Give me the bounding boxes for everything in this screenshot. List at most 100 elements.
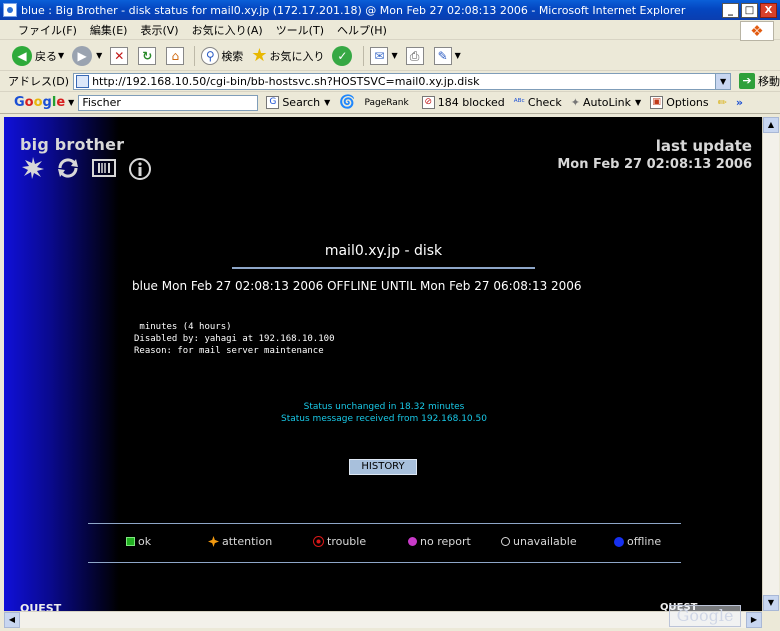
google-logo-icon[interactable]: Google (14, 95, 65, 110)
maximize-button[interactable]: □ (741, 2, 758, 18)
purple-circle-icon (408, 537, 417, 546)
brand-title: big brother (20, 135, 125, 154)
legend-offline-label: offline (627, 535, 662, 548)
menu-edit[interactable]: 編集(E) (90, 22, 128, 38)
google-search-button[interactable]: G Search ▼ (266, 96, 330, 109)
window-title-bar[interactable]: blue : Big Brother - disk status for mai… (0, 0, 780, 20)
autolink-button[interactable]: ✦ AutoLink ▼ (571, 96, 641, 109)
edit-button[interactable]: ✎ ▼ (433, 46, 461, 65)
green-square-icon (126, 537, 135, 546)
pagerank-label: PageRank (364, 97, 409, 108)
legend-ok: ok (126, 535, 151, 548)
chevron-down-icon[interactable]: ▼ (391, 51, 397, 60)
menu-bar: ファイル(F) 編集(E) 表示(V) お気に入り(A) ツール(T) ヘルプ(… (0, 20, 780, 41)
toolbar-separator (194, 45, 196, 66)
swirl-icon: 🌀 (339, 95, 356, 110)
spell-check-button[interactable]: ᴬᴮᶜ Check (514, 96, 562, 109)
alert-burst-icon[interactable] (22, 157, 44, 179)
chevron-down-icon[interactable]: ▼ (324, 98, 330, 107)
legend-top-divider (88, 523, 681, 524)
window-controls: _ □ X (722, 2, 777, 18)
search-button[interactable]: ⚲ 検索 (201, 46, 244, 65)
refresh-icon: ↻ (138, 46, 157, 65)
legend-unavailable-label: unavailable (513, 535, 577, 548)
scroll-up-icon[interactable]: ▲ (763, 117, 779, 133)
history-button[interactable]: HISTORY (349, 459, 417, 475)
chevron-down-icon[interactable]: ▼ (96, 51, 102, 60)
stop-icon: ✕ (110, 46, 129, 65)
more-chevron: » (735, 96, 743, 109)
menu-tools[interactable]: ツール(T) (276, 22, 324, 38)
search-label: 検索 (221, 49, 244, 63)
history-list-icon[interactable] (92, 157, 116, 179)
refresh-button[interactable]: ↻ (138, 46, 158, 65)
page-icon (76, 74, 90, 88)
menu-view[interactable]: 表示(V) (140, 22, 178, 38)
scroll-left-icon[interactable]: ◀ (4, 612, 20, 628)
info-icon[interactable] (128, 157, 152, 181)
quest-logo-left[interactable]: QUEST (20, 602, 61, 611)
status-unchanged: Status unchanged in 18.32 minutes (303, 402, 465, 412)
legend-no-report-label: no report (420, 535, 471, 548)
menu-help[interactable]: ヘルプ(H) (337, 22, 387, 38)
google-toolbar: Google ▼ G Search ▼ 🌀 PageRank ⊘ 184 blo… (0, 92, 780, 114)
home-icon: ⌂ (166, 46, 185, 65)
status-legend: ok attention trouble no report unavailab… (88, 535, 681, 551)
back-arrow-icon: ◀ (12, 45, 32, 66)
address-label: アドレス(D) (8, 75, 70, 88)
favorites-label: お気に入り (269, 49, 325, 63)
more-button[interactable]: » (736, 96, 743, 109)
windows-logo-icon: ❖ (740, 21, 774, 41)
horizontal-scrollbar[interactable]: ◀ ▶ (4, 611, 762, 628)
address-url[interactable]: http://192.168.10.50/cgi-bin/bb-hostsvc.… (92, 75, 715, 88)
go-button[interactable]: ➔ 移動 (739, 73, 780, 89)
popup-blocker-button[interactable]: ⊘ 184 blocked (421, 96, 505, 109)
last-update-label: last update (655, 137, 752, 155)
home-button[interactable]: ⌂ (166, 46, 186, 65)
google-news-button[interactable]: 🌀 (339, 95, 355, 110)
legend-unavailable: unavailable (501, 535, 577, 548)
google-search-input[interactable] (78, 94, 259, 111)
close-button[interactable]: X (760, 2, 777, 18)
chevron-down-icon[interactable]: ▼ (68, 98, 74, 107)
back-button[interactable]: ◀ 戻る ▼ (12, 45, 64, 66)
options-button[interactable]: ▣ Options (650, 96, 709, 109)
legend-ok-label: ok (138, 535, 152, 548)
favorites-button[interactable]: ★ お気に入り (251, 45, 324, 66)
menu-file[interactable]: ファイル(F) (18, 22, 77, 38)
google-watermark: Google (669, 605, 741, 627)
chevron-down-icon[interactable]: ▼ (58, 51, 64, 60)
page-content: big brother last update Mon Feb 27 02:08… (4, 117, 762, 611)
mail-button[interactable]: ✉ ▼ (370, 46, 398, 65)
vertical-scrollbar[interactable]: ▲ ▼ (762, 117, 779, 611)
standard-toolbar: ◀ 戻る ▼ ▶ ▼ ✕ ↻ ⌂ ⚲ 検索 ★ お気に入り ✓ ✉ ▼ ⎙ ✎ … (0, 41, 780, 71)
print-button[interactable]: ⎙ (405, 46, 426, 65)
chevron-down-icon[interactable]: ▼ (455, 51, 461, 60)
detail-line: minutes (4 hours) (134, 322, 232, 332)
media-icon: ✓ (332, 45, 353, 66)
legend-offline: offline (614, 535, 661, 548)
address-dropdown-icon[interactable]: ▼ (715, 73, 731, 89)
scroll-right-icon[interactable]: ▶ (746, 612, 762, 628)
refresh-cycle-icon[interactable] (56, 157, 80, 179)
minimize-button[interactable]: _ (722, 2, 739, 18)
detail-line: Disabled by: yahagi at 192.168.10.100 (134, 334, 335, 344)
address-input[interactable]: http://192.168.10.50/cgi-bin/bb-hostsvc.… (73, 72, 732, 90)
chevron-down-icon[interactable]: ▼ (635, 98, 641, 107)
detail-line: Reason: for mail server maintenance (134, 346, 324, 356)
pagerank-indicator[interactable]: PageRank (364, 98, 412, 108)
red-burst-icon (313, 536, 324, 547)
highlighter-icon: ✏ (717, 96, 727, 109)
forward-arrow-icon: ▶ (72, 45, 93, 66)
scroll-down-icon[interactable]: ▼ (763, 595, 779, 611)
menu-favorites[interactable]: お気に入り(A) (192, 22, 263, 38)
media-button[interactable]: ✓ (332, 45, 355, 66)
blue-circle-icon (614, 536, 624, 547)
stop-button[interactable]: ✕ (110, 46, 130, 65)
go-arrow-icon: ➔ (739, 73, 756, 89)
forward-button[interactable]: ▶ ▼ (72, 45, 102, 66)
legend-attention: attention (208, 535, 272, 548)
highlight-button[interactable]: ✏ (718, 96, 727, 109)
options-icon: ▣ (650, 96, 664, 109)
status-details: minutes (4 hours) Disabled by: yahagi at … (134, 321, 334, 357)
